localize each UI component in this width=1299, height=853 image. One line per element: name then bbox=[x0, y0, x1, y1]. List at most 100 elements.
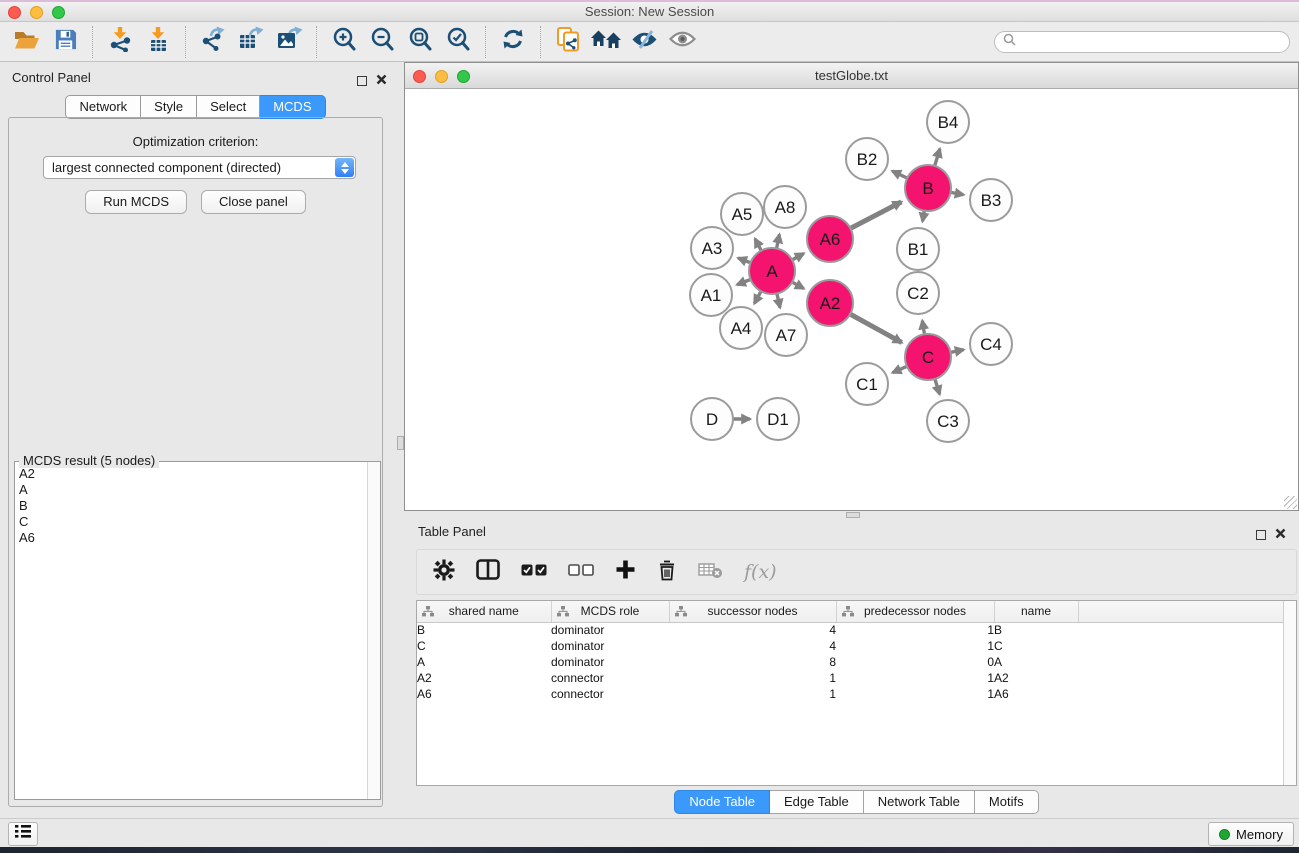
tab-edge-table[interactable]: Edge Table bbox=[770, 790, 864, 814]
export-table-button[interactable] bbox=[232, 25, 270, 59]
mcds-result-box: MCDS result (5 nodes) A2ABCA6 bbox=[14, 461, 381, 800]
memory-button[interactable]: Memory bbox=[1208, 822, 1294, 846]
close-view-button[interactable] bbox=[413, 70, 426, 83]
result-item[interactable]: B bbox=[19, 498, 362, 514]
table-row[interactable]: A6connector11A6 bbox=[417, 686, 1283, 702]
apply-layout-button[interactable] bbox=[494, 25, 532, 59]
close-window-button[interactable] bbox=[8, 6, 21, 19]
network-canvas[interactable]: B4B2BB3A5A8A6A3B1AA1C2A2A4A7CC4C1C3DD1 bbox=[405, 90, 1298, 510]
toolbar-separator bbox=[485, 26, 486, 58]
node-table[interactable]: shared nameMCDS rolesuccessor nodesprede… bbox=[416, 600, 1297, 786]
column-header-shared-name[interactable]: shared name bbox=[417, 601, 551, 622]
run-mcds-button[interactable]: Run MCDS bbox=[85, 190, 187, 214]
table-row[interactable]: Adominator80A bbox=[417, 654, 1283, 670]
table-settings-button[interactable] bbox=[433, 559, 455, 586]
tab-network-table[interactable]: Network Table bbox=[864, 790, 975, 814]
node-label-A6: A6 bbox=[820, 230, 841, 249]
memory-status-icon bbox=[1219, 829, 1230, 840]
float-table-panel-icon[interactable] bbox=[1256, 530, 1266, 540]
tab-network[interactable]: Network bbox=[65, 95, 141, 119]
criterion-dropdown[interactable]: largest connected component (directed) bbox=[43, 156, 356, 179]
tab-mcds[interactable]: MCDS bbox=[260, 95, 325, 119]
result-item[interactable]: A bbox=[19, 482, 362, 498]
toolbar-separator bbox=[185, 26, 186, 58]
node-label-A1: A1 bbox=[701, 286, 722, 305]
tab-select[interactable]: Select bbox=[197, 95, 260, 119]
column-header-MCDS-role[interactable]: MCDS role bbox=[551, 601, 669, 622]
import-network-icon bbox=[107, 26, 133, 57]
show-graphics-details-button[interactable] bbox=[663, 25, 701, 59]
tab-style[interactable]: Style bbox=[141, 95, 197, 119]
result-item[interactable]: A6 bbox=[19, 530, 362, 546]
result-item[interactable]: C bbox=[19, 514, 362, 530]
delete-columns-button[interactable] bbox=[657, 559, 677, 586]
window-resize-grip[interactable] bbox=[1284, 496, 1297, 509]
node-label-A7: A7 bbox=[776, 326, 797, 345]
close-table-panel-icon[interactable] bbox=[1275, 526, 1286, 544]
vertical-divider-handle[interactable] bbox=[397, 436, 404, 450]
network-view-window: testGlobe.txt B4B2BB3A5A8A6A3B1AA1C2A2A4… bbox=[404, 62, 1299, 511]
new-network-from-selection-button[interactable] bbox=[549, 25, 587, 59]
table-row[interactable]: Bdominator41B bbox=[417, 622, 1283, 638]
result-scrollbar[interactable] bbox=[367, 462, 380, 799]
node-label-C2: C2 bbox=[907, 284, 929, 303]
attribute-tree-icon bbox=[557, 606, 569, 620]
search-input[interactable] bbox=[1021, 34, 1289, 50]
tab-node-table[interactable]: Node Table bbox=[674, 790, 770, 814]
horizontal-divider-handle[interactable] bbox=[846, 512, 860, 518]
first-neighbors-button[interactable] bbox=[587, 25, 625, 59]
memory-label: Memory bbox=[1236, 827, 1283, 842]
close-panel-button[interactable]: Close panel bbox=[201, 190, 306, 214]
node-label-C: C bbox=[922, 348, 934, 367]
import-network-button[interactable] bbox=[101, 25, 139, 59]
minimize-view-button[interactable] bbox=[435, 70, 448, 83]
close-panel-icon[interactable] bbox=[376, 72, 387, 90]
zoom-fit-button[interactable] bbox=[401, 25, 439, 59]
save-session-button[interactable] bbox=[46, 25, 84, 59]
column-mode-button[interactable] bbox=[476, 559, 500, 585]
tab-motifs[interactable]: Motifs bbox=[975, 790, 1039, 814]
deselect-all-columns-button[interactable] bbox=[568, 563, 594, 581]
node-label-C1: C1 bbox=[856, 375, 878, 394]
window-title: Session: New Session bbox=[0, 2, 1299, 21]
eye-icon bbox=[669, 30, 696, 53]
main-toolbar bbox=[0, 22, 1299, 62]
eye-slash-icon bbox=[631, 30, 658, 54]
float-panel-icon[interactable] bbox=[357, 76, 367, 86]
open-folder-icon bbox=[13, 28, 41, 56]
panel-menu-button[interactable] bbox=[8, 822, 38, 846]
table-row[interactable]: A2connector11A2 bbox=[417, 670, 1283, 686]
node-label-A5: A5 bbox=[732, 205, 753, 224]
table-row[interactable]: Cdominator41C bbox=[417, 638, 1283, 654]
add-column-button[interactable] bbox=[615, 559, 636, 585]
zoom-in-button[interactable] bbox=[325, 25, 363, 59]
column-header-predecessor-nodes[interactable]: predecessor nodes bbox=[836, 601, 994, 622]
function-builder-button[interactable]: f(x) bbox=[744, 561, 777, 583]
delete-table-button[interactable] bbox=[698, 560, 723, 584]
table-header-row: shared nameMCDS rolesuccessor nodesprede… bbox=[417, 601, 1283, 622]
network-window-controls bbox=[413, 70, 470, 83]
export-network-button[interactable] bbox=[194, 25, 232, 59]
hide-graphics-details-button[interactable] bbox=[625, 25, 663, 59]
node-label-D: D bbox=[706, 410, 718, 429]
desktop-edge-bottom bbox=[0, 847, 1299, 853]
column-header-name[interactable]: name bbox=[994, 601, 1078, 622]
open-session-button[interactable] bbox=[8, 25, 46, 59]
zoom-out-button[interactable] bbox=[363, 25, 401, 59]
result-item[interactable]: A2 bbox=[19, 466, 362, 482]
node-label-B4: B4 bbox=[938, 113, 959, 132]
zoom-window-button[interactable] bbox=[52, 6, 65, 19]
column-header-successor-nodes[interactable]: successor nodes bbox=[669, 601, 836, 622]
export-image-button[interactable] bbox=[270, 25, 308, 59]
mcds-result-list[interactable]: A2ABCA6 bbox=[15, 464, 366, 799]
minimize-window-button[interactable] bbox=[30, 6, 43, 19]
zoom-selected-button[interactable] bbox=[439, 25, 477, 59]
table-scrollbar[interactable] bbox=[1283, 601, 1296, 785]
select-all-columns-button[interactable] bbox=[521, 563, 547, 581]
zoom-view-button[interactable] bbox=[457, 70, 470, 83]
attribute-tree-icon bbox=[675, 606, 687, 620]
search-field[interactable] bbox=[994, 31, 1290, 53]
control-panel-tabs: NetworkStyleSelectMCDS bbox=[8, 95, 383, 119]
table-panel-title: Table Panel bbox=[418, 524, 486, 539]
import-table-button[interactable] bbox=[139, 25, 177, 59]
